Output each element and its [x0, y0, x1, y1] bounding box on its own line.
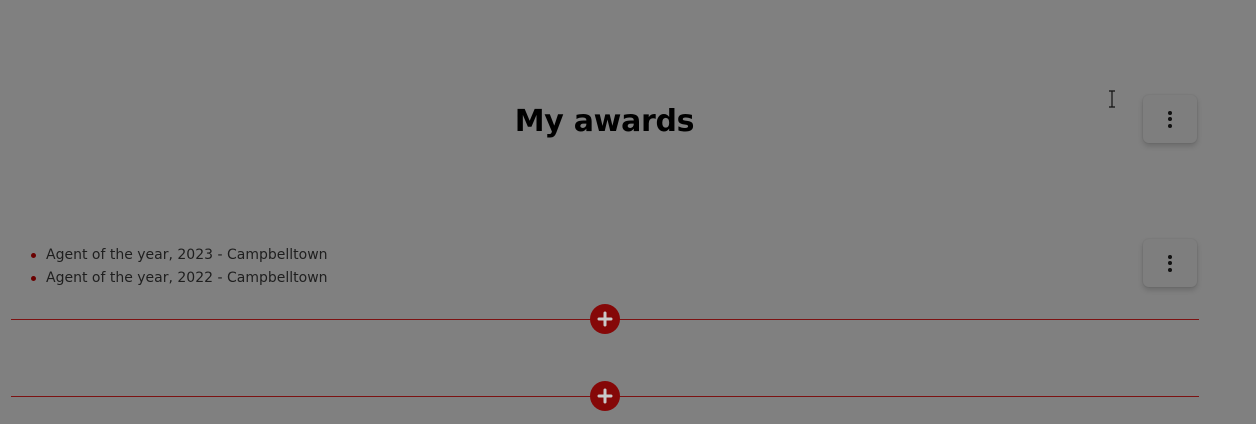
award-text: Agent of the year, 2022 - Campbelltown	[46, 270, 328, 286]
more-vertical-icon	[1168, 254, 1172, 272]
award-text: Agent of the year, 2023 - Campbelltown	[46, 247, 328, 263]
add-section-button[interactable]	[590, 381, 620, 411]
awards-list-more-button[interactable]	[1143, 239, 1197, 287]
bullet-icon	[31, 276, 36, 281]
list-item: Agent of the year, 2023 - Campbelltown	[31, 244, 328, 267]
awards-list: Agent of the year, 2023 - Campbelltown A…	[31, 244, 328, 290]
add-section-button[interactable]	[590, 304, 620, 334]
list-item: Agent of the year, 2022 - Campbelltown	[31, 267, 328, 290]
bullet-icon	[31, 253, 36, 258]
plus-icon	[597, 311, 613, 327]
more-vertical-icon	[1168, 110, 1172, 128]
section-title: My awards	[514, 104, 695, 139]
plus-icon	[597, 388, 613, 404]
page: My awards Agent of the year, 2023 - Camp…	[0, 0, 1256, 424]
section-title-more-button[interactable]	[1143, 95, 1197, 143]
